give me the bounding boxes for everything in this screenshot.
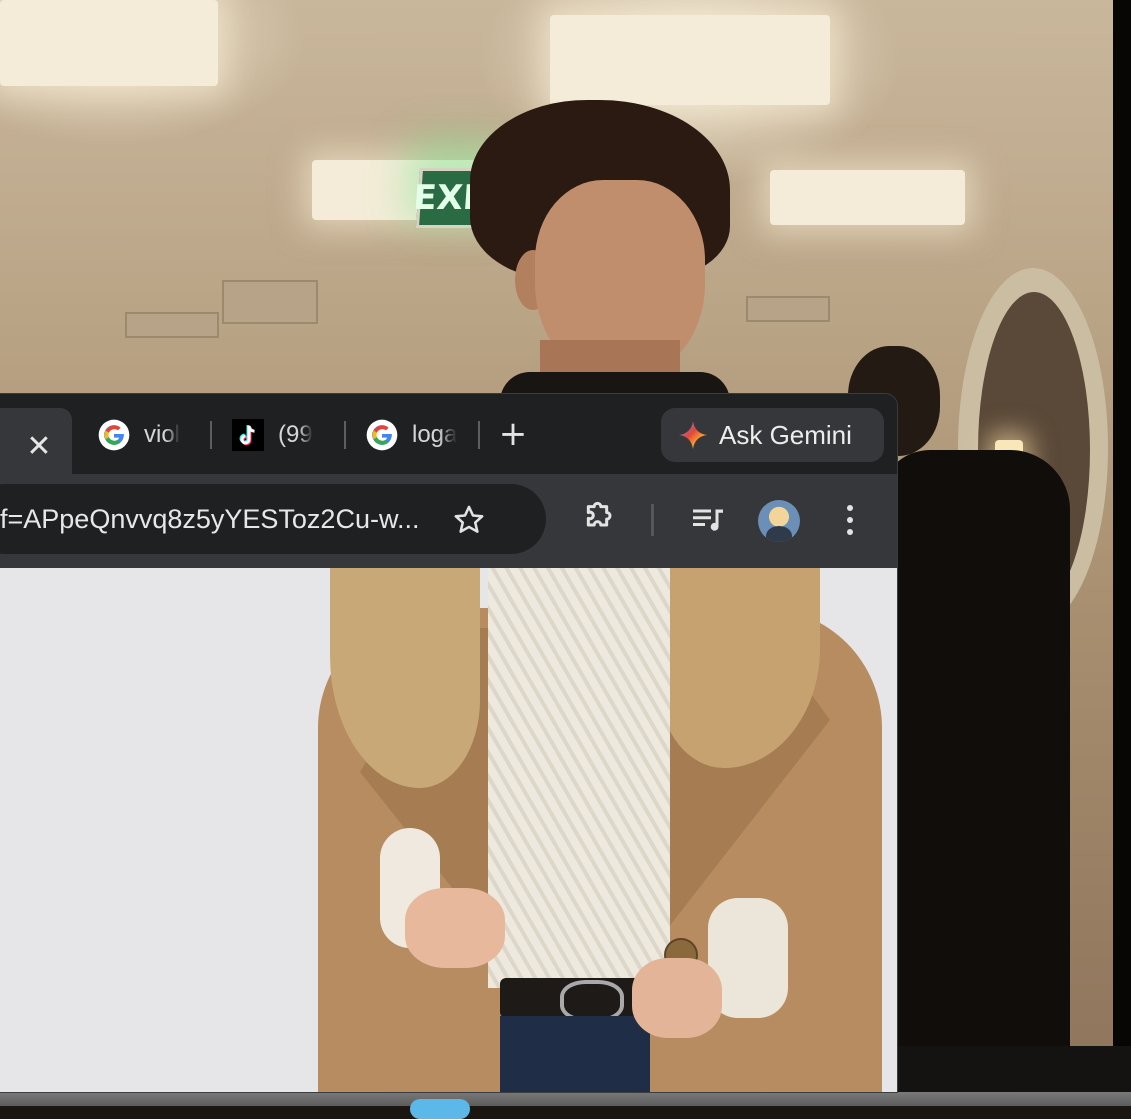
page-content-image — [0, 568, 897, 1092]
dock-app-icon[interactable] — [410, 1099, 470, 1119]
video-bottom-strip — [897, 1046, 1131, 1092]
dock-bar — [0, 1092, 1131, 1106]
ceiling-light-panel — [0, 0, 218, 86]
close-tab-button[interactable]: ✕ — [22, 430, 56, 464]
address-bar-url[interactable]: f=APpeQnvvq8z5yYESToz2Cu-w... — [0, 484, 419, 554]
star-icon[interactable] — [452, 503, 486, 537]
gemini-sparkle-icon — [679, 421, 707, 449]
hand — [632, 958, 722, 1038]
tab-separator — [478, 421, 480, 449]
ask-gemini-button[interactable]: Ask Gemini — [661, 408, 884, 462]
wall-vent — [222, 280, 318, 324]
tab-tiktok[interactable]: (99 — [232, 414, 324, 456]
google-icon — [98, 419, 130, 451]
sweater — [488, 568, 670, 988]
tab-separator — [344, 421, 346, 449]
tab-strip: ✕ viol (99 loga + Ask Gemini — [0, 394, 897, 474]
media-playlist-icon[interactable] — [690, 502, 726, 538]
ceiling-light-panel — [770, 170, 965, 225]
background-figure — [880, 450, 1070, 1050]
tab-viol[interactable]: viol — [98, 414, 190, 456]
hand — [405, 888, 505, 968]
ask-gemini-label: Ask Gemini — [719, 419, 852, 450]
tiktok-icon — [232, 419, 264, 451]
puzzle-icon[interactable] — [580, 495, 620, 535]
tab-separator — [210, 421, 212, 449]
tab-title: loga — [412, 421, 458, 448]
tab-loga[interactable]: loga — [366, 414, 458, 456]
ceiling-light-panel — [550, 15, 830, 105]
jeans — [500, 1016, 650, 1092]
new-tab-button[interactable]: + — [496, 414, 530, 454]
browser-window: ✕ viol (99 loga + Ask Gemini f=APpeQnvvq… — [0, 394, 897, 1092]
active-tab[interactable]: ✕ — [0, 408, 72, 474]
tab-title: viol — [144, 421, 181, 448]
avatar[interactable] — [758, 500, 800, 542]
window-edge — [1113, 0, 1131, 1048]
kebab-menu-icon[interactable] — [840, 502, 860, 538]
wall-vent — [125, 312, 219, 338]
wall-vent — [746, 296, 830, 322]
toolbar-separator — [651, 504, 654, 536]
tab-title: (99 — [278, 421, 313, 448]
google-icon — [366, 419, 398, 451]
address-bar[interactable]: f=APpeQnvvq8z5yYESToz2Cu-w... — [0, 484, 546, 554]
